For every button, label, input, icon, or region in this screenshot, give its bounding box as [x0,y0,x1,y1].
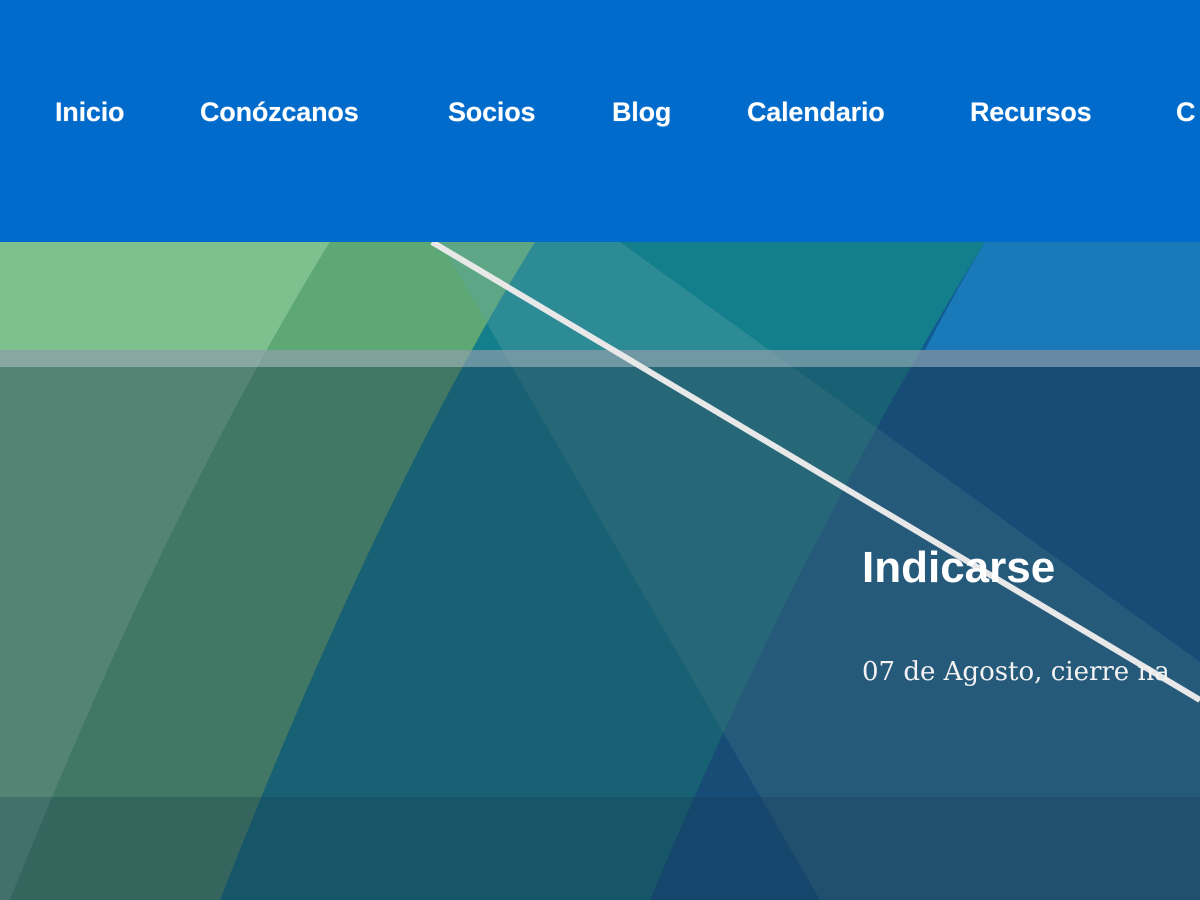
nav-item-conozcanos[interactable]: Conózcanos [200,92,359,132]
nav-item-inicio[interactable]: Inicio [55,92,125,132]
nav-item-socios[interactable]: Socios [448,92,536,132]
nav-item-recursos[interactable]: Recursos [970,92,1092,132]
slide-title: Indicarse [862,543,1056,592]
slide-text: 07 de Agosto, cierre na [862,657,1170,687]
nav-item-truncated[interactable]: C [1176,92,1196,132]
nav-item-calendario[interactable]: Calendario [747,92,885,132]
page: Inicio Conózcanos Socios Blog Calendario… [0,0,1200,900]
hero-bottom-strip [0,797,1200,900]
hero-separator [0,350,1200,367]
main-navigation: Inicio Conózcanos Socios Blog Calendario… [0,0,1200,242]
nav-item-blog[interactable]: Blog [612,92,671,132]
